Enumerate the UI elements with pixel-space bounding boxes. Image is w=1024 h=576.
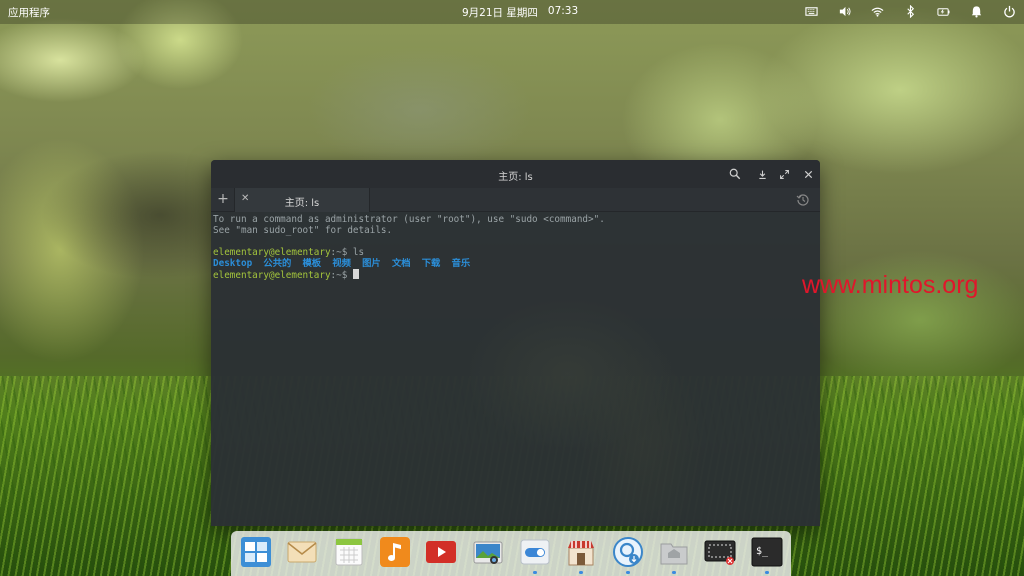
files-icon[interactable] [658, 536, 690, 568]
notifications-icon[interactable] [968, 3, 985, 20]
running-indicator [672, 571, 676, 574]
terminal-prompt: elementary@elementary [213, 247, 331, 258]
close-icon[interactable] [800, 166, 816, 182]
top-panel: 应用程序 9月21日 星期四 07:33 [0, 0, 1024, 24]
panel-indicators [803, 3, 1018, 20]
volume-icon[interactable] [836, 3, 853, 20]
watermark: www.mintos.org [802, 271, 979, 299]
photos-icon[interactable] [472, 536, 504, 568]
terminal-line: See "man sudo_root" for details. [213, 225, 393, 236]
dir-entry: 公共的 [263, 258, 292, 269]
battery-icon[interactable] [935, 3, 952, 20]
terminal-cursor [352, 269, 359, 279]
terminal-line: To run a command as administrator (user … [213, 214, 605, 225]
videos-icon[interactable] [425, 536, 457, 568]
dir-entry: 模板 [302, 258, 322, 269]
terminal-icon[interactable]: $_ [751, 536, 783, 568]
tab-label: 主页: ls [284, 198, 320, 209]
music-icon[interactable] [379, 536, 411, 568]
window-titlebar[interactable]: 主页: ls [211, 160, 820, 188]
tab-home[interactable]: ✕ 主页: ls [234, 188, 370, 212]
terminal-command: :~$ ls [330, 247, 365, 258]
browser-icon[interactable] [612, 536, 644, 568]
running-indicator [765, 571, 769, 574]
bluetooth-icon[interactable] [902, 3, 919, 20]
mail-icon[interactable] [286, 536, 318, 568]
keyboard-icon[interactable] [803, 3, 820, 20]
terminal-prompt: elementary@elementary [213, 270, 331, 281]
terminal-window: 主页: ls + ✕ 主页: ls To run a command as ad… [211, 160, 820, 526]
new-tab-button[interactable]: + [215, 191, 231, 207]
dir-entry: Desktop [213, 258, 253, 269]
dir-entry: 视频 [332, 258, 351, 269]
running-indicator [626, 571, 630, 574]
history-icon[interactable] [796, 192, 812, 208]
svg-text:$_: $_ [756, 546, 769, 557]
panel-date: 9月21日 星期四 [462, 7, 538, 19]
panel-clock[interactable]: 9月21日 星期四 07:33 [462, 5, 578, 20]
wifi-icon[interactable] [869, 3, 886, 20]
running-indicator [533, 571, 537, 574]
tab-bar: + ✕ 主页: ls [211, 188, 820, 212]
settings-icon[interactable] [519, 536, 551, 568]
appcenter-icon[interactable] [565, 536, 597, 568]
terminal-line: elementary@elementary:~$ ls [213, 247, 820, 258]
dir-entry: 音乐 [451, 258, 471, 269]
terminal-command: :~$ [330, 270, 353, 281]
running-indicator [579, 571, 583, 574]
power-icon[interactable] [1001, 3, 1018, 20]
panel-time: 07:33 [547, 5, 579, 17]
applications-menu[interactable]: 应用程序 [8, 5, 50, 20]
terminal-ls-output: Desktop 公共的 模板 视频 图片 文档 下载 音乐 [213, 258, 820, 269]
dir-entry: 图片 [362, 258, 381, 269]
terminal-output[interactable]: To run a command as administrator (user … [213, 214, 820, 526]
export-icon[interactable] [754, 166, 770, 182]
search-icon[interactable] [727, 166, 743, 182]
dir-entry: 下载 [421, 258, 441, 269]
screenshot-icon[interactable] [704, 536, 736, 568]
multitasking-view-icon[interactable] [240, 536, 272, 568]
calendar-icon[interactable] [333, 536, 365, 568]
maximize-icon[interactable] [776, 166, 792, 182]
terminal-line: elementary@elementary:~$ [213, 269, 820, 281]
dir-entry: 文档 [391, 258, 411, 269]
